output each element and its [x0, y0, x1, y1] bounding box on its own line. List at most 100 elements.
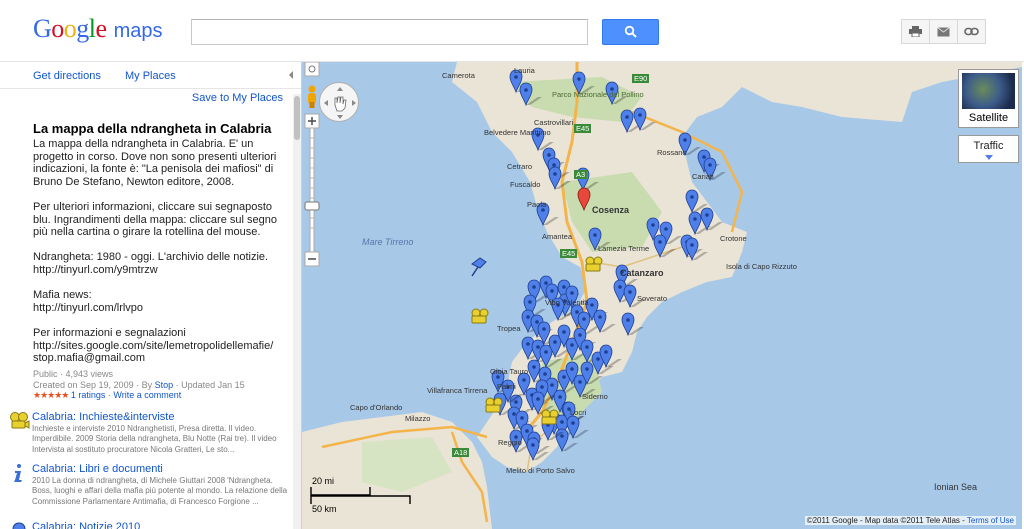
film-marker-icon[interactable]: [541, 409, 559, 425]
satellite-thumbnail: [962, 73, 1015, 109]
toolbar: [901, 19, 986, 44]
pan-control[interactable]: [319, 82, 359, 122]
sea-label: Ionian Sea: [934, 482, 978, 492]
map-description: La mappa della ndrangheta in Calabria. E…: [33, 138, 291, 377]
updated-date: · Updated Jan 15: [175, 379, 245, 390]
place-label: Gioia Tauro: [490, 367, 529, 376]
pin-icon: [12, 522, 26, 529]
scale-km: 50 km: [312, 504, 337, 514]
hand-icon: [324, 87, 356, 119]
park-label: Parco Nazionale del Pollino: [552, 90, 644, 99]
place-label: Crotone: [720, 234, 747, 243]
place-label: Tropea: [497, 324, 521, 333]
place-label: Fuscaldo: [510, 180, 541, 189]
print-button[interactable]: [901, 19, 930, 44]
chevron-down-icon: [985, 155, 993, 160]
print-icon: [909, 26, 922, 37]
place-label: Cariati: [692, 172, 714, 181]
search-icon: [624, 25, 637, 38]
link-icon: [964, 27, 979, 36]
place-label: Siderno: [582, 392, 608, 401]
place-label: Amantea: [542, 232, 573, 241]
map-marker[interactable]: [548, 166, 571, 191]
place-label: Catanzaro: [620, 268, 664, 278]
top-bar: Google maps: [0, 0, 1024, 62]
meta-separator: ·: [107, 390, 111, 400]
place-label: Isola di Capo Rizzuto: [726, 262, 797, 271]
map-canvas[interactable]: Camerota Lauria Castrovillari Belvedere …: [302, 62, 1022, 529]
logo-suffix: maps: [113, 20, 163, 42]
search-button[interactable]: [602, 19, 659, 45]
layer-snippet: 2010 La donna di ndrangheta, di Michele …: [32, 476, 288, 506]
place-label: Lauria: [514, 66, 535, 75]
layer-title[interactable]: Calabria: Inchieste&interviste: [32, 411, 174, 423]
ratings-link[interactable]: 1 ratings: [71, 390, 106, 400]
red-marker-icon[interactable]: [577, 187, 591, 212]
layer-title[interactable]: Calabria: Notizie 2010: [32, 521, 140, 529]
place-label: Paola: [527, 200, 547, 209]
map-copyright: ©2011 Google - Map data ©2011 Tele Atlas…: [804, 516, 1016, 525]
collapse-panel-icon[interactable]: [286, 69, 296, 81]
description-paragraph: Ndrangheta: 1980 - oggi. L'archivio dell…: [33, 251, 269, 276]
email-icon: [937, 26, 950, 36]
rating-line: ★★★★★ 1 ratings · Write a comment: [33, 390, 245, 401]
get-directions-link[interactable]: Get directions: [33, 70, 101, 82]
map-title: La mappa della ndrangheta in Calabria: [33, 121, 272, 136]
film-marker-icon[interactable]: [485, 397, 503, 413]
traffic-label: Traffic: [973, 140, 1004, 152]
write-comment-link[interactable]: Write a comment: [113, 390, 181, 400]
place-label: Reggio: [498, 438, 522, 447]
email-button[interactable]: [929, 19, 958, 44]
satellite-label: Satellite: [968, 112, 1009, 124]
map-marker[interactable]: [526, 437, 549, 462]
rating-stars[interactable]: ★★★★★: [33, 390, 69, 400]
save-to-my-places-link[interactable]: Save to My Places: [192, 92, 283, 104]
road-shield: E45: [560, 249, 578, 258]
road-shield: E90: [632, 74, 650, 83]
side-panel: Get directions My Places Save to My Plac…: [0, 62, 302, 529]
sea-label: Mare Tirreno: [362, 237, 414, 247]
search-input[interactable]: [191, 19, 588, 45]
google-maps-logo[interactable]: Google maps: [33, 14, 162, 44]
layer-snippet: Inchieste e interviste 2010 Ndranghetist…: [32, 424, 277, 454]
map-marker[interactable]: [519, 82, 542, 107]
link-button[interactable]: [957, 19, 986, 44]
place-label: Villafranca Tirrena: [427, 386, 488, 395]
pushpin-icon[interactable]: [471, 257, 487, 277]
map-marker[interactable]: [621, 312, 644, 337]
road-shield: E45: [574, 124, 592, 133]
created-date: Created on Sep 19, 2009 · By: [33, 379, 153, 390]
copyright-text: ©2011 Google - Map data ©2011 Tele Atlas…: [806, 516, 965, 525]
place-label: Belvedere Marittimo: [484, 128, 551, 137]
map-marker[interactable]: [653, 234, 676, 259]
place-label: Camerota: [442, 71, 475, 80]
place-label: Rossano: [657, 148, 687, 157]
place-label: Locri: [570, 408, 587, 417]
place-label: Vibo Valentia: [545, 298, 589, 307]
film-marker-icon[interactable]: [471, 308, 489, 324]
map-marker[interactable]: [566, 415, 589, 440]
author-link[interactable]: Stop: [155, 380, 174, 390]
layer-title[interactable]: Calabria: Libri e documenti: [32, 463, 163, 475]
description-paragraph: Per informazioni e segnalazioni http://s…: [33, 326, 274, 365]
traffic-button[interactable]: Traffic: [958, 135, 1019, 163]
zoom-slider-handle: [304, 201, 320, 211]
satellite-button[interactable]: Satellite: [958, 69, 1019, 128]
panel-scrollbar[interactable]: [293, 94, 301, 529]
place-label: Palmi: [497, 382, 516, 391]
place-label: Cetraro: [507, 162, 533, 171]
place-label: Cosenza: [592, 205, 630, 215]
place-label: Melito di Porto Salvo: [506, 466, 575, 475]
panel-scroll-thumb[interactable]: [294, 96, 300, 140]
map-marker[interactable]: [593, 309, 616, 334]
street-view-pegman-icon: [308, 85, 316, 108]
road-shield: A18: [452, 448, 470, 457]
zoom-control[interactable]: [302, 62, 322, 272]
my-places-link[interactable]: My Places: [125, 70, 176, 82]
map-marker[interactable]: [599, 344, 622, 369]
terms-of-use-link[interactable]: Terms of Use: [967, 516, 1014, 525]
description-paragraph: Per ulteriori informazioni, cliccare sui…: [33, 200, 277, 239]
film-marker-icon[interactable]: [585, 256, 603, 272]
place-label: Milazzo: [405, 414, 431, 423]
map-marker[interactable]: [700, 207, 723, 232]
